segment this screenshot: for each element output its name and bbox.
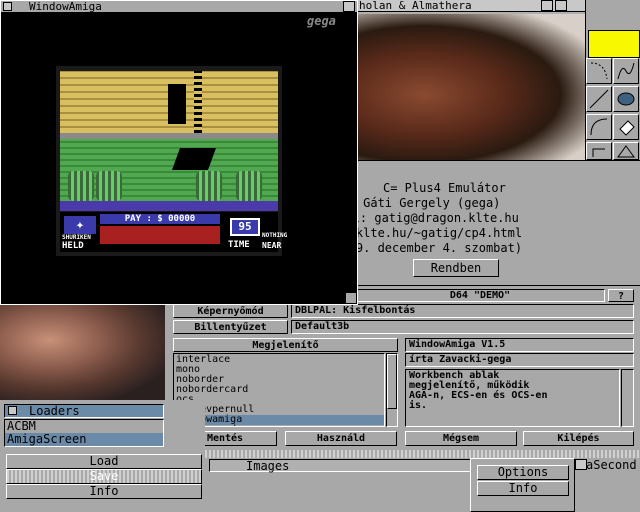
picture-window-title-text: holan & Almathera: [359, 0, 472, 12]
emulator-title-bar[interactable]: WindowAmiga: [1, 1, 357, 13]
screenmode-button[interactable]: Képernyőmód: [173, 304, 288, 318]
driver-name-field: WindowAmiga V1.5: [405, 338, 634, 352]
load-button[interactable]: Load: [6, 454, 202, 469]
bottom-strip: Images Options Info aSecond: [205, 450, 640, 512]
paint-toolbar: [585, 0, 640, 160]
loaders-title: Loaders: [29, 404, 80, 418]
emulator-window: WindowAmiga gega ✦ PAY : $ 00000 SHURIKE…: [0, 0, 358, 305]
photo-hand: [0, 300, 165, 400]
loaders-title-bar: Loaders: [4, 404, 164, 418]
question-button[interactable]: ?: [608, 289, 634, 302]
picture-window: holan & Almathera: [355, 0, 585, 160]
about-line-3: Mail: gatig@dragon.klte.hu: [331, 211, 519, 225]
game-ground: [60, 201, 278, 211]
game-barrel-3: [196, 171, 222, 201]
line-tool-icon[interactable]: [586, 86, 612, 112]
loaders-list[interactable]: ACBM AmigaScreen: [4, 419, 164, 447]
game-barrel-2: [96, 171, 122, 201]
about-line-1: C= Plus4 Emulátor: [383, 181, 506, 195]
emulator-resize-icon[interactable]: [345, 292, 357, 304]
loaders-close-icon[interactable]: [8, 406, 17, 415]
author-field: írta Zavacki-gega: [405, 353, 634, 367]
weapon-label-1: SHURIKEN: [62, 234, 91, 241]
arc-tool-icon[interactable]: [586, 114, 612, 140]
description-scrollbar[interactable]: [621, 369, 634, 427]
pay-display: PAY : $ 00000: [100, 214, 220, 224]
triangle-tool-icon[interactable]: [613, 142, 639, 160]
ok-button[interactable]: Rendben: [413, 259, 499, 277]
options-button[interactable]: Options: [477, 465, 569, 480]
screenmode-field[interactable]: DBLPAL: Kisfelbontás: [291, 304, 634, 318]
bottom-strip-separator: [205, 450, 640, 458]
loaders-panel: Loaders ACBM AmigaScreen Load Save Info: [0, 400, 205, 512]
game-barrel-4: [236, 171, 262, 201]
depth-gadget[interactable]: [541, 0, 553, 11]
rect-tool-icon[interactable]: [586, 142, 612, 160]
curve-tool-icon[interactable]: [586, 58, 612, 84]
scrollbar-knob[interactable]: [387, 354, 397, 409]
time-display: 95: [230, 218, 260, 236]
about-panel: C= Plus4 Emulátor írta Gáti Gergely (geg…: [327, 160, 640, 286]
save-button-loaders[interactable]: Save: [6, 469, 202, 484]
photo-bearded-man: [355, 14, 585, 160]
preferences-panel: D64 "DEMO" ? Képernyőmód DBLPAL: Kisfelb…: [165, 285, 640, 451]
zoom-gadget[interactable]: [555, 0, 567, 11]
display-driver-label[interactable]: Megjelenítő: [173, 338, 398, 352]
images-field: Images: [209, 459, 471, 472]
second-label: aSecond: [586, 458, 637, 472]
keyboard-field[interactable]: Default3b: [291, 320, 634, 334]
game-ladder: [194, 71, 202, 133]
description-box: Workbench ablak megjelenítő, működik AGA…: [405, 369, 620, 427]
info-button-loaders[interactable]: Info: [6, 484, 202, 499]
list-item[interactable]: interlace: [174, 355, 384, 365]
list-item[interactable]: windowcard: [174, 425, 384, 427]
emulator-title: WindowAmiga: [29, 0, 102, 13]
near-label-2: NEAR: [262, 241, 282, 250]
wave-tool-icon[interactable]: [613, 58, 639, 84]
near-label-1: NOTHING: [262, 232, 288, 239]
time-label: TIME: [228, 240, 250, 250]
game-player-top: [168, 84, 186, 124]
info-button-bottom[interactable]: Info: [477, 481, 569, 496]
loader-item-selected[interactable]: AmigaScreen: [5, 433, 163, 446]
emulator-depth-icon[interactable]: [343, 1, 355, 12]
energy-bar: [100, 226, 220, 244]
shuriken-icon: ✦: [64, 216, 96, 234]
color-swatch-yellow[interactable]: [588, 30, 640, 58]
game-screen: ✦ PAY : $ 00000 SHURIKEN HELD 95 TIME NO…: [56, 66, 287, 256]
quit-button[interactable]: Kilépés: [523, 431, 634, 446]
driver-list-scrollbar[interactable]: [386, 353, 398, 427]
eraser-tool-icon[interactable]: [613, 114, 639, 140]
game-barrel-1: [68, 171, 94, 201]
use-button[interactable]: Használd: [285, 431, 397, 446]
emulator-close-icon[interactable]: [3, 2, 12, 11]
fill-tool-icon[interactable]: [613, 86, 639, 112]
list-item[interactable]: nobordercard: [174, 385, 384, 395]
gega-logo: gega: [307, 14, 336, 28]
images-label: Images: [246, 459, 290, 473]
cancel-button[interactable]: Mégsem: [405, 431, 517, 446]
weapon-label-2: HELD: [62, 241, 84, 251]
drive-field[interactable]: D64 "DEMO": [355, 289, 605, 302]
keyboard-button[interactable]: Billentyűzet: [173, 320, 288, 334]
